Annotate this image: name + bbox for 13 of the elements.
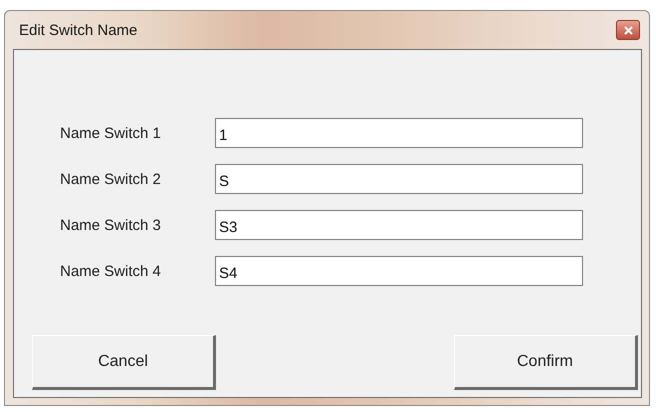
name-field[interactable]: S xyxy=(215,164,583,194)
field-label: Name Switch 3 xyxy=(60,216,162,234)
window-title: Edit Switch Name xyxy=(18,22,138,38)
field-label: Name Switch 4 xyxy=(60,262,162,280)
name-field[interactable]: 1 xyxy=(215,118,583,148)
close-icon xyxy=(624,26,632,34)
close-button[interactable] xyxy=(616,20,640,40)
confirm-button[interactable]: Confirm xyxy=(454,335,638,390)
name-field[interactable]: S3 xyxy=(215,210,583,240)
name-field[interactable]: S4 xyxy=(215,256,583,286)
cancel-button[interactable]: Cancel xyxy=(32,335,216,390)
field-label: Name Switch 1 xyxy=(60,124,162,142)
field-label: Name Switch 2 xyxy=(60,170,162,188)
